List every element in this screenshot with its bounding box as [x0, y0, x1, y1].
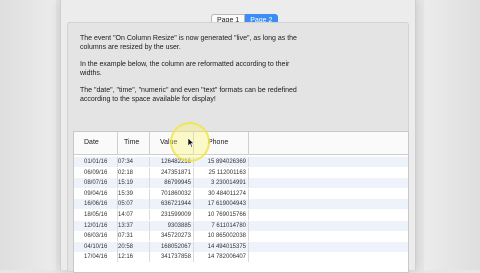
cell-value: 345720273 — [150, 231, 194, 242]
cell-empty — [249, 178, 408, 188]
table-row[interactable]: 06/09/16 02:18 247351871 25 112001163 — [74, 167, 408, 178]
cell-phone: 7 611014780 — [194, 220, 249, 231]
cell-empty — [249, 189, 408, 199]
cell-time: 07:34 — [118, 157, 150, 167]
cell-empty — [249, 168, 408, 178]
cell-time: 15:39 — [118, 188, 150, 199]
table-row[interactable]: 09/04/16 15:39 701860032 30 484011274 — [74, 188, 408, 199]
table-row[interactable]: 06/03/16 07:31 345720273 10 865002038 — [74, 231, 408, 242]
cell-value: 341737858 — [150, 252, 194, 263]
column-header-time[interactable]: Time — [118, 132, 150, 154]
cell-date: 01/01/16 — [74, 157, 118, 167]
table-row[interactable]: 17/04/16 12:16 341737858 14 782006407 — [74, 252, 408, 263]
cell-value: 701860032 — [150, 188, 194, 199]
cell-time: 15:19 — [118, 178, 150, 189]
cell-time: 12:16 — [118, 252, 150, 263]
column-header-date[interactable]: Date — [74, 132, 118, 154]
description: The event "On Column Resize" is now gene… — [80, 34, 310, 112]
cell-phone: 14 782006407 — [194, 252, 249, 263]
table-row[interactable]: 16/06/16 05:07 636721944 17 619004943 — [74, 199, 408, 210]
cell-phone: 14 494015375 — [194, 241, 249, 252]
cell-date: 18/05/16 — [74, 210, 118, 220]
cell-date: 06/09/16 — [74, 167, 118, 178]
cell-value: 636721944 — [150, 199, 194, 210]
arrow-cursor-icon — [188, 138, 194, 148]
cell-empty — [249, 210, 408, 220]
cell-date: 09/04/16 — [74, 188, 118, 199]
cell-empty — [249, 242, 408, 252]
table-row[interactable]: 04/10/16 20:58 168052067 14 494015375 — [74, 241, 408, 252]
cell-empty — [249, 231, 408, 241]
cell-time: 14:07 — [118, 210, 150, 220]
cell-phone: 25 112001163 — [194, 167, 249, 178]
cell-empty — [249, 157, 408, 167]
cell-phone: 10 769015766 — [194, 210, 249, 220]
cell-empty — [249, 199, 408, 209]
cell-value: 247351871 — [150, 167, 194, 178]
app-window: Page 1 Page 2 The event "On Column Resiz… — [60, 0, 416, 273]
cell-date: 12/01/16 — [74, 220, 118, 231]
cell-time: 20:58 — [118, 241, 150, 252]
cell-phone: 3 230014991 — [194, 178, 249, 189]
cell-phone: 30 484011274 — [194, 188, 249, 199]
cell-empty — [249, 252, 408, 262]
cell-date: 04/10/16 — [74, 241, 118, 252]
table-row[interactable]: 08/07/16 15:19 86799945 3 230014991 — [74, 178, 408, 189]
table-header: Date Time Value Phone — [74, 132, 408, 155]
background-left — [0, 0, 56, 270]
cell-phone: 17 619004943 — [194, 199, 249, 210]
table-row[interactable]: 18/05/16 14:07 231599009 10 769015766 — [74, 210, 408, 220]
cell-value: 231599009 — [150, 210, 194, 220]
cell-date: 08/07/16 — [74, 178, 118, 189]
data-table[interactable]: Date Time Value Phone 01/01/16 07:34 12648… — [73, 131, 409, 273]
description-paragraph-2: In the example below, the column are ref… — [80, 61, 290, 77]
cell-time: 13:37 — [118, 220, 150, 231]
cell-phone: 15 894026369 — [194, 157, 249, 167]
cell-date: 17/04/16 — [74, 252, 118, 263]
column-header-empty — [249, 132, 408, 154]
cell-value: 86799945 — [150, 178, 194, 189]
cell-time: 02:18 — [118, 167, 150, 178]
cell-date: 06/03/16 — [74, 231, 118, 242]
cell-empty — [249, 221, 408, 231]
cell-time: 07:31 — [118, 231, 150, 242]
description-paragraph-3: The "date", "time", "numeric" and even "… — [80, 87, 297, 103]
table-row[interactable]: 01/01/16 07:34 126482216 15 894026369 — [74, 157, 408, 167]
table-row[interactable]: 12/01/16 13:37 9303885 7 611014780 — [74, 220, 408, 231]
cell-phone: 10 865002038 — [194, 231, 249, 242]
cell-value: 9303885 — [150, 220, 194, 231]
background-right — [424, 0, 480, 270]
description-paragraph-1: The event "On Column Resize" is now gene… — [80, 35, 297, 51]
cell-time: 05:07 — [118, 199, 150, 210]
cell-date: 16/06/16 — [74, 199, 118, 210]
tab-panel: The event "On Column Resize" is now gene… — [67, 22, 409, 273]
cell-value: 168052067 — [150, 241, 194, 252]
